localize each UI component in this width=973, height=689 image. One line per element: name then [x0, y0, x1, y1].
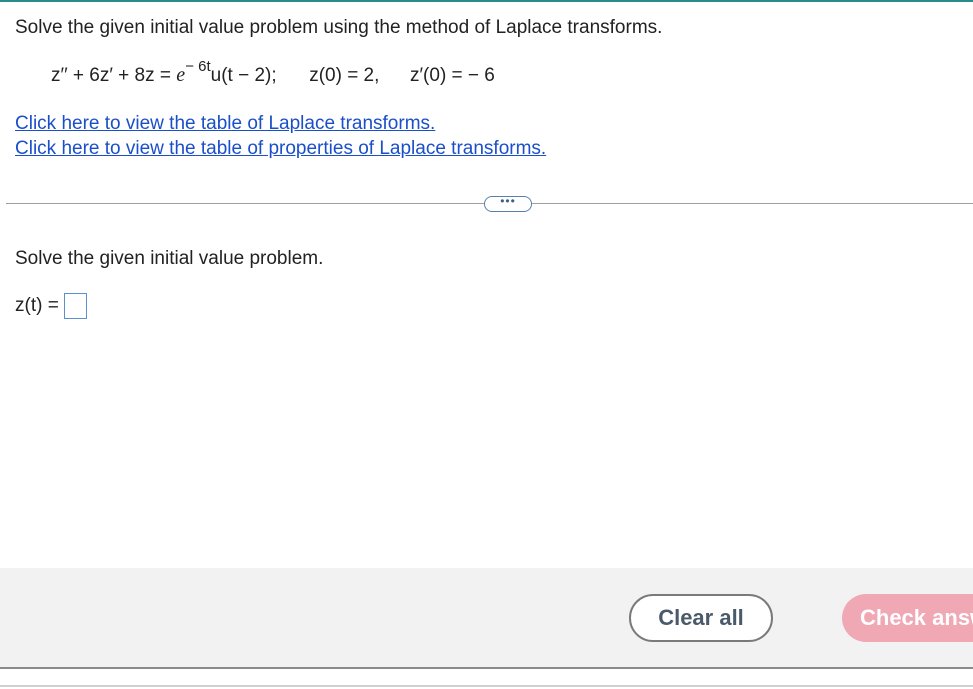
- footer-bar: [0, 568, 973, 667]
- answer-label: z(t) =: [15, 295, 59, 316]
- ellipsis-icon: •••: [500, 194, 516, 208]
- clear-all-button[interactable]: Clear all: [629, 594, 773, 642]
- equation-lhs: z′′ + 6z′ + 8z =: [51, 65, 172, 86]
- top-accent-line: [0, 0, 973, 2]
- footer-under: [0, 669, 973, 689]
- answer-prompt: Solve the given initial value problem.: [15, 248, 324, 269]
- laplace-table-link[interactable]: Click here to view the table of Laplace …: [15, 113, 435, 135]
- expand-more-button[interactable]: •••: [484, 194, 532, 212]
- check-answer-button[interactable]: Check answer: [842, 594, 973, 642]
- equation-rhs: u(t − 2);: [210, 65, 277, 86]
- question-instruction: Solve the given initial value problem us…: [15, 17, 663, 38]
- answer-input[interactable]: [63, 293, 87, 319]
- differential-equation: z′′ + 6z′ + 8z = e− 6tu(t − 2); z(0) = 2…: [51, 59, 495, 87]
- answer-row: z(t) =: [15, 293, 87, 319]
- equation-e: e: [176, 64, 186, 86]
- laplace-properties-link[interactable]: Click here to view the table of properti…: [15, 138, 546, 160]
- equation-exponent: − 6t: [185, 57, 211, 75]
- initial-condition-1: z(0) = 2,: [309, 65, 380, 86]
- initial-condition-2: z′(0) = − 6: [409, 65, 495, 86]
